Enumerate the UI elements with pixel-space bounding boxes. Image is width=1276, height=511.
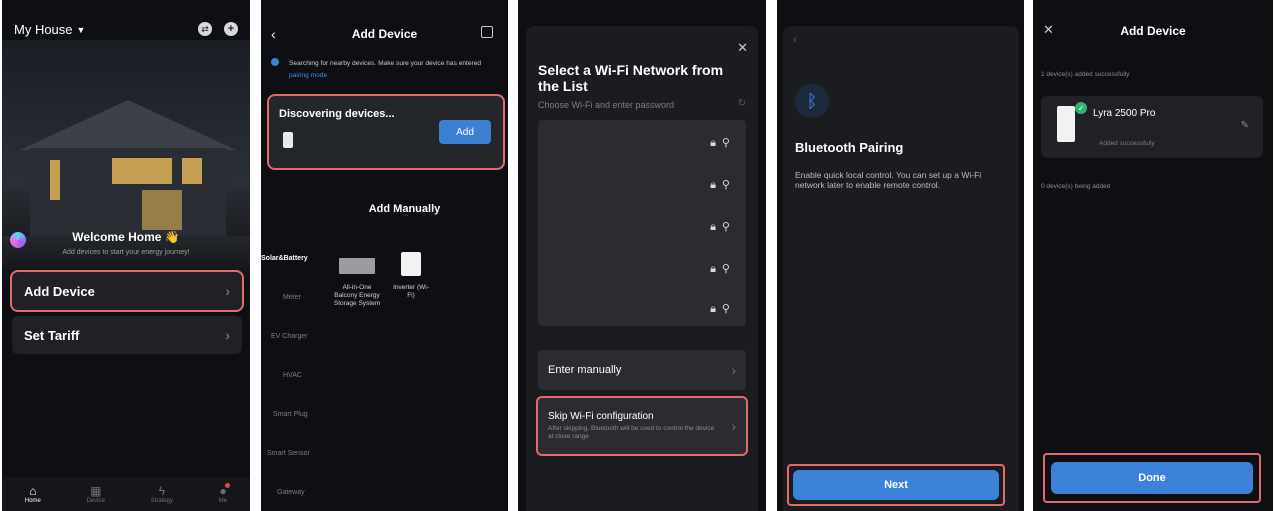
device-added-screen: ✕ Add Device 1 device(s) added successfu… [1033, 0, 1273, 511]
wifi-network-list: 🔒︎⚲ 🔒︎⚲ 🔒︎⚲ 🔒︎⚲ 🔒︎⚲ [538, 120, 746, 326]
page-title: Add Device [1120, 24, 1186, 38]
discovering-card: Discovering devices... Add [267, 94, 505, 170]
category-meter[interactable]: Meter [261, 294, 301, 301]
skip-wifi-row[interactable]: Skip Wi-Fi configuration After skipping,… [536, 396, 748, 456]
chevron-right-icon: › [731, 362, 736, 378]
enter-manually-row[interactable]: Enter manually › [538, 350, 746, 390]
wifi-network-row[interactable]: 🔒︎⚲ [710, 302, 736, 316]
wifi-select-screen: ✕ Select a Wi-Fi Network from the List C… [518, 0, 766, 511]
set-tariff-label: Set Tariff [24, 327, 80, 343]
caret-down-icon: ▼ [76, 24, 86, 35]
notification-dot [225, 483, 231, 488]
category-gateway[interactable]: Gateway [261, 489, 305, 496]
wifi-title: Select a Wi-Fi Network from the List [538, 62, 724, 94]
bluetooth-icon: ᛒ [795, 84, 829, 118]
tab-home[interactable]: ⌂ Home [25, 484, 41, 504]
chevron-right-icon: › [225, 327, 230, 343]
welcome-subtitle: Add devices to start your energy journey… [62, 249, 190, 256]
house-name: My House [14, 22, 73, 37]
category-hvac[interactable]: HVAC [261, 372, 302, 379]
product-label-inverter: Inverter (Wi-Fi) [393, 284, 429, 299]
refresh-icon[interactable]: ↻ [738, 98, 746, 109]
skip-wifi-desc: After skipping, Bluetooth will be used t… [548, 425, 715, 440]
bluetooth-desc: Enable quick local control. You can set … [795, 170, 982, 190]
bluetooth-sheet: ‹ ᛒ Bluetooth Pairing Enable quick local… [783, 26, 1019, 511]
device-card[interactable]: ✓ Lyra 2500 Pro Added successfully ✎ [1041, 96, 1263, 158]
add-device-screen: ‹ Add Device Searching for nearby device… [261, 0, 508, 511]
add-device-row[interactable]: Add Device › [10, 270, 244, 312]
home-screen: My House ▼ ⇄ + Welcome Home 👋 Add device… [2, 0, 250, 511]
chevron-right-icon: › [731, 418, 736, 434]
strategy-icon: ϟ [158, 484, 166, 498]
set-tariff-row[interactable]: Set Tariff › [12, 316, 242, 354]
category-solar-battery[interactable]: Solar&Battery [261, 255, 308, 262]
switch-icon[interactable]: ⇄ [198, 22, 212, 36]
product-image-balcony[interactable] [339, 258, 375, 274]
add-manually-title: Add Manually [368, 203, 441, 215]
category-smart-plug[interactable]: Smart Plug [261, 411, 308, 418]
welcome-title: Welcome Home 👋 [72, 230, 180, 244]
done-button[interactable]: Done [1051, 462, 1253, 494]
device-name: Lyra 2500 Pro [1093, 108, 1156, 119]
device-thumbnail [283, 132, 293, 148]
add-device-label: Add Device [24, 283, 95, 299]
home-icon: ⌂ [29, 484, 37, 498]
search-hint: Searching for nearby devices. Make sure … [289, 60, 482, 79]
product-image-inverter[interactable] [401, 252, 421, 276]
house-image [2, 40, 250, 280]
wave-icon: 👋 [164, 230, 180, 244]
device-icon: ▦ [90, 484, 102, 498]
house-selector[interactable]: My House ▼ [14, 22, 85, 37]
page-title: Add Device [351, 27, 418, 41]
adding-count: 0 device(s) being added [1041, 183, 1111, 190]
searching-icon [271, 58, 279, 66]
edit-icon[interactable]: ✎ [1241, 120, 1249, 131]
close-icon[interactable]: ✕ [737, 40, 748, 56]
chevron-right-icon: › [225, 283, 230, 299]
bluetooth-pairing-screen: ‹ ᛒ Bluetooth Pairing Enable quick local… [777, 0, 1024, 511]
wifi-network-row[interactable]: 🔒︎⚲ [710, 136, 736, 150]
wifi-sheet: ✕ Select a Wi-Fi Network from the List C… [526, 26, 758, 511]
wifi-subtitle: Choose Wi-Fi and enter password [538, 100, 675, 110]
bluetooth-title: Bluetooth Pairing [795, 140, 904, 155]
wifi-network-row[interactable]: 🔒︎⚲ [710, 262, 736, 276]
scan-icon[interactable] [481, 26, 493, 38]
wifi-network-row[interactable]: 🔒︎⚲ [710, 178, 736, 192]
added-count: 1 device(s) added successfully [1041, 71, 1130, 78]
tab-device[interactable]: ▦ Device [87, 484, 105, 504]
device-image [1057, 106, 1075, 142]
tab-strategy[interactable]: ϟ Strategy [151, 484, 173, 504]
wifi-network-row[interactable]: 🔒︎⚲ [710, 220, 736, 234]
back-icon[interactable]: ‹ [793, 32, 797, 46]
pairing-mode-link[interactable]: pairing mode [289, 72, 327, 79]
device-status: Added successfully [1099, 140, 1155, 147]
tab-me[interactable]: ● Me [219, 483, 231, 504]
discovering-label: Discovering devices... [279, 108, 395, 120]
success-check-icon: ✓ [1075, 102, 1087, 114]
bottom-tab-bar: ⌂ Home ▦ Device ϟ Strategy ● Me [2, 477, 250, 511]
add-button[interactable]: Add [439, 120, 491, 144]
enter-manually-label: Enter manually [548, 364, 622, 376]
skip-wifi-title: Skip Wi-Fi configuration [548, 411, 654, 422]
plus-icon[interactable]: + [224, 22, 238, 36]
category-ev-charger[interactable]: EV Charger [261, 333, 308, 340]
next-button[interactable]: Next [793, 470, 999, 500]
product-label-balcony: All-in-One Balcony Energy Storage System [333, 284, 381, 307]
category-smart-sensor[interactable]: Smart Sensor [261, 450, 310, 457]
